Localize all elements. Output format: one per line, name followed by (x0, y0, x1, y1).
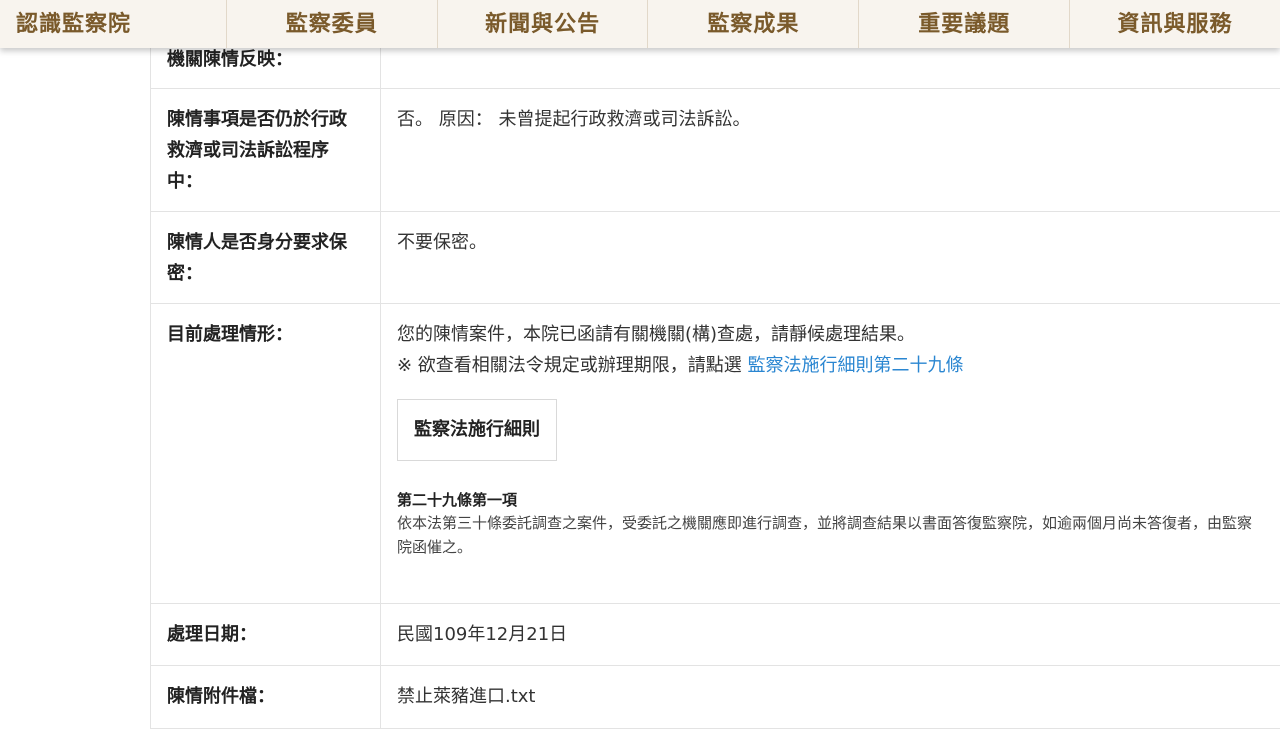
nav-results[interactable]: 監察成果 (648, 0, 860, 48)
row-value-litigation: 否。 原因： 未曾提起行政救濟或司法訴訟。 (397, 109, 751, 130)
table-row: 目前處理情形： 您的陳情案件，本院已函請有關機關(構)查處，請靜候處理結果。 ※… (150, 304, 1280, 604)
table-row: 處理日期： 民國109年12月21日 (150, 604, 1280, 666)
main-navigation: 認識監察院 監察委員 新聞與公告 監察成果 重要議題 資訊與服務 (0, 0, 1280, 48)
table-row: 陳情事項是否仍於行政救濟或司法訴訟程序中： 否。 原因： 未曾提起行政救濟或司法… (150, 89, 1280, 212)
row-label-attachment: 陳情附件檔： (151, 666, 381, 728)
row-value-confidential: 不要保密。 (397, 232, 487, 253)
row-label-confidential: 陳情人是否身分要求保密： (151, 212, 381, 303)
row-label-litigation: 陳情事項是否仍於行政救濟或司法訴訟程序中： (151, 89, 381, 211)
regulation-note-prefix: ※ 欲查看相關法令規定或辦理期限，請點選 (397, 355, 742, 376)
nav-members[interactable]: 監察委員 (227, 0, 438, 48)
row-label-process-date: 處理日期： (151, 604, 381, 665)
nav-news[interactable]: 新聞與公告 (438, 0, 649, 48)
status-text: 您的陳情案件，本院已函請有關機關(構)查處，請靜候處理結果。 (397, 324, 916, 345)
row-value-process-date: 民國109年12月21日 (397, 624, 568, 645)
petition-detail-table: 機關陳情反映： 陳情事項是否仍於行政救濟或司法訴訟程序中： 否。 原因： 未曾提… (150, 0, 1280, 729)
row-value-status: 您的陳情案件，本院已函請有關機關(構)查處，請靜候處理結果。 ※ 欲查看相關法令… (381, 304, 1280, 603)
nav-about[interactable]: 認識監察院 (0, 0, 227, 48)
nav-issues[interactable]: 重要議題 (859, 0, 1071, 48)
nav-services[interactable]: 資訊與服務 (1070, 0, 1280, 48)
regulation-note: ※ 欲查看相關法令規定或辦理期限，請點選 監察法施行細則第二十九條 (397, 350, 1264, 381)
table-row: 陳情附件檔： 禁止萊豬進口.txt (150, 666, 1280, 729)
attachment-file-link[interactable]: 禁止萊豬進口.txt (381, 666, 1280, 728)
law-article-text: 依本法第三十條委託調查之案件，受委託之機關應即進行調查，並將調查結果以書面答復監… (397, 514, 1253, 556)
law-button[interactable]: 監察法施行細則 (397, 399, 557, 461)
table-row: 陳情人是否身分要求保密： 不要保密。 (150, 212, 1280, 304)
row-label-status: 目前處理情形： (151, 304, 381, 603)
regulation-link[interactable]: 監察法施行細則第二十九條 (748, 355, 964, 376)
law-article-title: 第二十九條第一項 (397, 491, 518, 509)
